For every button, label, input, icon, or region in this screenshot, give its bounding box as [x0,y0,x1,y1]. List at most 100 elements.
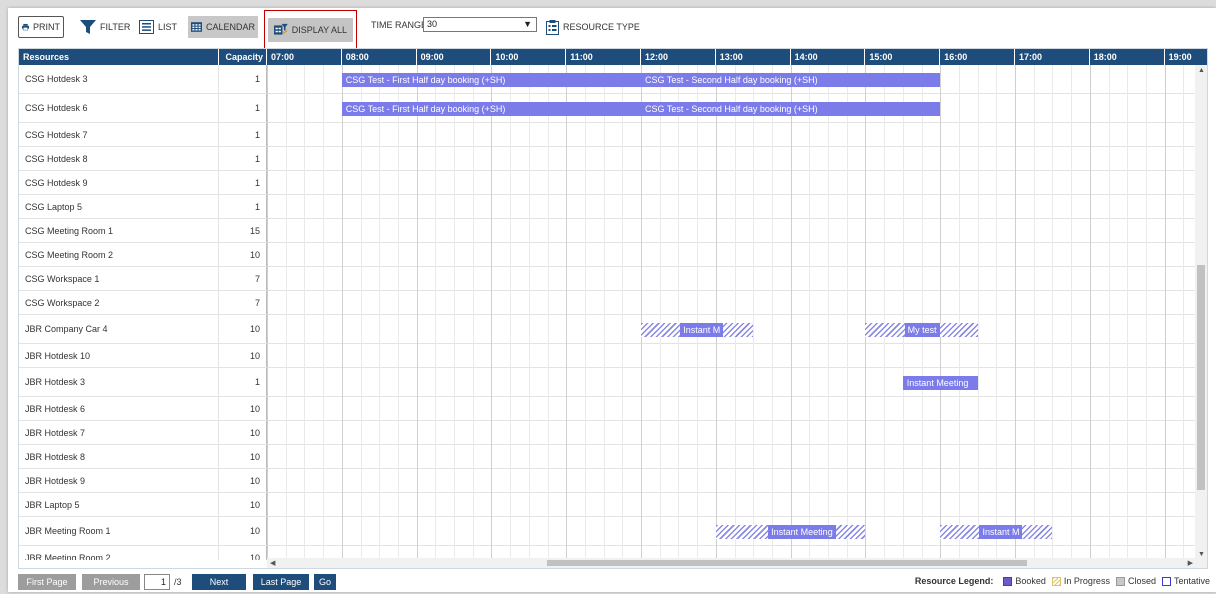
resource-name: CSG Meeting Room 2 [19,243,219,266]
legend-booked: Booked [1015,576,1046,586]
resource-name: JBR Hotdesk 6 [19,397,219,420]
resources-column-header[interactable]: Resources [19,49,219,65]
schedule-grid: Resources Capacity 07:00 08:00 09:00 10:00 1… [18,48,1208,569]
booking-event[interactable]: CSG Test - Second Half day booking (+SH) [641,73,941,87]
last-page-button[interactable]: Last Page [253,574,309,590]
resource-capacity: 1 [219,123,267,146]
resource-name: JBR Hotdesk 10 [19,344,219,367]
legend-title: Resource Legend: [914,576,994,586]
chevron-down-icon: ▼ [523,19,532,29]
list-label: LIST [158,22,178,32]
table-row[interactable]: JBR Company Car 4 10 [19,315,1207,344]
hour-header: 08:00 [342,49,417,65]
booking-event[interactable]: Instant M [940,525,1053,539]
scroll-down-icon[interactable]: ▼ [1198,551,1205,558]
calendar-button[interactable]: CALENDAR [188,16,258,38]
table-row[interactable]: JBR Hotdesk 6 10 [19,397,1207,421]
table-row[interactable]: CSG Workspace 27 [19,291,1207,315]
horizontal-scrollbar[interactable]: ◀ ▶ [267,558,1207,568]
booking-event[interactable]: CSG Test - First Half day booking (+SH) [341,102,641,116]
resource-name: CSG Workspace 1 [19,267,219,290]
resource-name: JBR Company Car 4 [19,315,219,343]
previous-page-button[interactable]: Previous [82,574,140,590]
hour-header: 15:00 [865,49,941,65]
hour-header: 11:00 [566,49,641,65]
legend-in-progress: In Progress [1063,576,1110,586]
display-all-icon [274,23,288,35]
resource-capacity: 15 [219,219,267,242]
table-row[interactable]: CSG Hotdesk 71 [19,123,1207,147]
list-button[interactable]: LIST [139,16,177,38]
booking-event-label: Instant M [979,525,1023,539]
scroll-left-icon[interactable]: ◀ [270,559,275,567]
resource-type-button[interactable]: RESOURCE TYPE [546,16,640,38]
calendar-icon [191,22,202,32]
hour-header: 14:00 [791,49,866,65]
scroll-right-icon[interactable]: ▶ [1188,559,1193,567]
resource-name: JBR Meeting Room 2 [19,546,219,560]
booking-event[interactable]: CSG Test - Second Half day booking (+SH) [641,102,941,116]
table-row[interactable]: CSG Hotdesk 91 [19,171,1207,195]
display-all-button[interactable]: DISPLAY ALL [264,10,357,50]
time-range-select[interactable]: 30 ▼ [423,17,537,32]
vertical-scroll-thumb[interactable] [1197,265,1205,490]
filter-label: FILTER [100,22,131,32]
resource-name: CSG Workspace 2 [19,291,219,314]
resource-name: CSG Hotdesk 7 [19,123,219,146]
resource-capacity: 7 [219,291,267,314]
table-row[interactable]: CSG Meeting Room 1 15 [19,219,1207,243]
table-row[interactable]: JBR Hotdesk 7 10 [19,421,1207,445]
print-button[interactable]: PRINT [18,16,64,38]
next-page-button[interactable]: Next [192,574,246,590]
resource-name: JBR Hotdesk 7 [19,421,219,444]
hour-header: 12:00 [641,49,716,65]
resource-name: CSG Hotdesk 9 [19,171,219,194]
table-row[interactable]: CSG Hotdesk 81 [19,147,1207,171]
tentative-swatch [1161,576,1171,586]
resource-capacity: 10 [219,493,267,516]
go-button[interactable]: Go [314,574,336,590]
booking-event[interactable]: My test [865,323,978,337]
resource-capacity: 7 [219,267,267,290]
resource-capacity: 1 [219,94,267,122]
filter-button[interactable]: FILTER [80,16,130,38]
table-row[interactable]: JBR Laptop 5 10 [19,493,1207,517]
resource-type-label: RESOURCE TYPE [563,22,640,32]
resource-name: CSG Laptop 5 [19,195,219,218]
booking-event-label: My test [904,323,940,337]
booking-event[interactable]: Instant M [641,323,754,337]
table-row[interactable]: CSG Workspace 17 [19,267,1207,291]
booking-event[interactable]: Instant Meeting [715,525,866,539]
booked-swatch [1003,576,1013,586]
table-row[interactable]: JBR Hotdesk 31 [19,368,1207,397]
table-row[interactable]: JBR Hotdesk 9 10 [19,469,1207,493]
filter-icon [80,20,96,34]
booking-event-label: Instant Meeting [768,525,836,539]
resource-capacity: 1 [219,147,267,170]
resource-name: JBR Hotdesk 9 [19,469,219,492]
resource-name: CSG Hotdesk 6 [19,94,219,122]
table-row[interactable]: JBR Hotdesk 10 10 [19,344,1207,368]
hour-header: 18:00 [1090,49,1165,65]
app-window: PRINT FILTER LIST CALENDAR DISPLAY ALL T… [8,8,1216,592]
toolbar: PRINT FILTER LIST CALENDAR DISPLAY ALL T… [8,8,1216,50]
resource-capacity: 10 [219,469,267,492]
resource-capacity: 10 [219,344,267,367]
resource-capacity: 10 [219,517,267,545]
booking-event[interactable]: CSG Test - First Half day booking (+SH) [341,73,641,87]
resource-legend: Resource Legend: Booked In Progress Clos… [915,576,1210,586]
horizontal-scroll-thumb[interactable] [547,560,1027,566]
vertical-scrollbar[interactable]: ▲ ▼ [1195,65,1207,560]
grid-header: Resources Capacity 07:00 08:00 09:00 10:00 1… [19,49,1207,65]
first-page-button[interactable]: First Page [18,574,76,590]
booking-event[interactable]: Instant Meeting [902,376,978,390]
resource-capacity: 10 [219,445,267,468]
capacity-column-header[interactable]: Capacity [219,49,267,65]
hour-header: 13:00 [716,49,791,65]
table-row[interactable]: CSG Meeting Room 2 10 [19,243,1207,267]
table-row[interactable]: JBR Hotdesk 8 10 [19,445,1207,469]
page-number-input[interactable]: 1 [144,574,170,590]
resource-capacity: 1 [219,65,267,93]
table-row[interactable]: CSG Laptop 51 [19,195,1207,219]
scroll-up-icon[interactable]: ▲ [1198,67,1205,74]
